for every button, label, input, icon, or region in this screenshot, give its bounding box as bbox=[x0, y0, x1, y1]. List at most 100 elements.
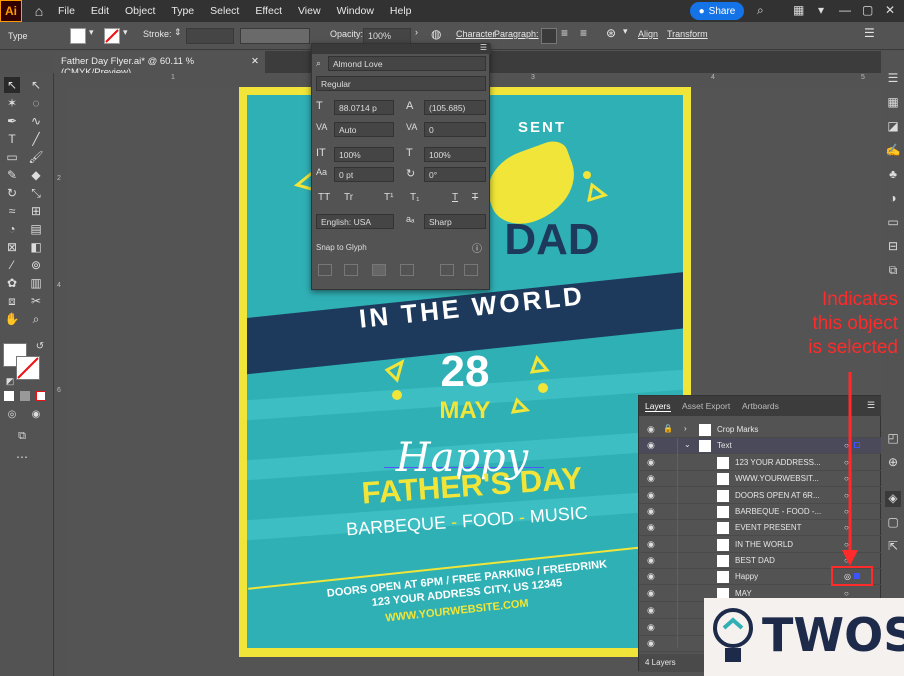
share-button[interactable]: ● Share bbox=[690, 2, 744, 20]
tab-artboards[interactable]: Artboards bbox=[742, 401, 779, 411]
visibility-icon[interactable]: ◉ bbox=[647, 457, 655, 468]
font-style-dropdown[interactable]: Regular bbox=[316, 76, 486, 91]
menu-window[interactable]: Window bbox=[329, 5, 382, 17]
font-size-field[interactable]: 88.0714 p bbox=[334, 100, 394, 115]
tab-layers[interactable]: Layers bbox=[645, 401, 671, 412]
cc-libraries-icon[interactable]: ◰ bbox=[885, 431, 901, 447]
align-center-icon[interactable]: ≡ bbox=[561, 26, 568, 40]
snap-xheight-icon[interactable] bbox=[344, 264, 358, 276]
gradient-mode-icon[interactable] bbox=[20, 391, 30, 401]
leading-field[interactable]: (105.685) bbox=[424, 100, 486, 115]
opacity-field[interactable]: 100% bbox=[363, 28, 411, 44]
color-guide-icon[interactable]: ◪ bbox=[885, 119, 901, 135]
shape-builder-icon[interactable]: ◔ bbox=[4, 221, 20, 237]
swatches-icon[interactable]: ▦ bbox=[885, 95, 901, 111]
character-rotation-field[interactable]: 0° bbox=[424, 167, 486, 182]
more-tools-icon[interactable]: ⋯ bbox=[14, 449, 30, 465]
pen-tool-icon[interactable]: ✒ bbox=[4, 113, 20, 129]
stroke-weight-field[interactable] bbox=[186, 28, 234, 44]
links-icon[interactable]: ⊕ bbox=[885, 455, 901, 471]
eyedropper-icon[interactable]: ⁄ bbox=[4, 257, 20, 273]
transform-link[interactable]: Transform bbox=[667, 29, 708, 39]
character-link[interactable]: Character bbox=[456, 29, 496, 39]
search-icon[interactable]: ⌕ bbox=[757, 3, 764, 18]
snap-angular-icon[interactable] bbox=[440, 264, 454, 276]
target-icon[interactable]: ○ bbox=[844, 589, 849, 598]
menu-select[interactable]: Select bbox=[202, 5, 247, 17]
artboard-tool-icon[interactable]: ⧈ bbox=[4, 293, 20, 309]
swap-colors-icon[interactable]: ↺ bbox=[32, 339, 48, 355]
appearance-icon[interactable]: ▭ bbox=[885, 215, 901, 231]
stroke-dropdown-icon[interactable]: ▾ bbox=[123, 27, 128, 38]
default-colors-icon[interactable]: ◩ bbox=[2, 373, 18, 389]
symbols-icon[interactable]: ♣ bbox=[885, 167, 901, 183]
panel-menu-icon[interactable]: ☰ bbox=[864, 26, 875, 40]
font-family-dropdown[interactable]: Almond Love bbox=[328, 56, 486, 71]
snap-proximity-icon[interactable] bbox=[400, 264, 414, 276]
visibility-icon[interactable]: ◉ bbox=[647, 571, 655, 582]
properties-icon[interactable]: ☰ bbox=[885, 71, 901, 87]
snap-anchor-icon[interactable] bbox=[464, 264, 478, 276]
warp-dropdown-icon[interactable]: ▾ bbox=[623, 26, 628, 37]
visibility-icon[interactable]: ◉ bbox=[647, 622, 655, 633]
rectangle-tool-icon[interactable]: ▭ bbox=[4, 149, 20, 165]
collapse-icon[interactable]: ⌄ bbox=[684, 440, 691, 449]
info-icon[interactable]: ⓘ bbox=[472, 240, 482, 255]
draw-mode-icon[interactable]: ◎ bbox=[4, 407, 20, 423]
visibility-icon[interactable]: ◉ bbox=[647, 473, 655, 484]
visibility-icon[interactable]: ◉ bbox=[647, 440, 655, 451]
arrange-icon[interactable]: ▾ bbox=[818, 3, 824, 17]
tab-asset-export[interactable]: Asset Export bbox=[682, 401, 730, 411]
hand-tool-icon[interactable]: ✋ bbox=[4, 311, 20, 327]
menu-type[interactable]: Type bbox=[163, 5, 202, 17]
maximize-icon[interactable]: ▢ bbox=[862, 3, 873, 17]
color-mode-icon[interactable] bbox=[4, 391, 14, 401]
visibility-icon[interactable]: ◉ bbox=[647, 506, 655, 517]
mesh-tool-icon[interactable]: ⊠ bbox=[4, 239, 20, 255]
stroke-color-icon[interactable] bbox=[16, 356, 40, 380]
snap-baseline-icon[interactable] bbox=[318, 264, 332, 276]
line-tool-icon[interactable]: ╱ bbox=[28, 131, 44, 147]
superscript-icon[interactable]: T¹ bbox=[384, 192, 393, 203]
subscript-icon[interactable]: T₁ bbox=[410, 192, 419, 203]
all-caps-icon[interactable]: TT bbox=[318, 192, 330, 203]
perspective-grid-icon[interactable]: ▤ bbox=[28, 221, 44, 237]
zoom-tool-icon[interactable]: ⌕ bbox=[28, 311, 44, 327]
graphic-styles-icon[interactable]: ◑ bbox=[885, 191, 901, 207]
none-mode-icon[interactable] bbox=[36, 391, 46, 401]
eraser-icon[interactable]: ◆ bbox=[28, 167, 44, 183]
panel-menu-icon[interactable]: ☰ bbox=[480, 43, 487, 52]
strikethrough-icon[interactable]: T bbox=[472, 192, 478, 203]
visibility-icon[interactable]: ◉ bbox=[647, 490, 655, 501]
small-caps-icon[interactable]: Tr bbox=[344, 192, 353, 203]
visibility-icon[interactable]: ◉ bbox=[647, 555, 655, 566]
fill-dropdown-icon[interactable]: ▾ bbox=[89, 27, 94, 38]
direct-selection-icon[interactable]: ↖ bbox=[28, 77, 44, 93]
paragraph-link[interactable]: Paragraph: bbox=[494, 29, 539, 39]
font-search-icon[interactable]: ⌕ bbox=[316, 58, 321, 69]
visibility-icon[interactable]: ◉ bbox=[647, 424, 655, 435]
close-icon[interactable]: ✕ bbox=[885, 3, 895, 17]
kerning-field[interactable]: Auto bbox=[334, 122, 394, 137]
workspace-icon[interactable]: ▦ bbox=[793, 3, 804, 17]
graph-tool-icon[interactable]: ▥ bbox=[28, 275, 44, 291]
type-tool-icon[interactable]: T bbox=[4, 131, 20, 147]
stroke-stepper-icon[interactable]: ⇕ bbox=[174, 27, 182, 38]
visibility-icon[interactable]: ◉ bbox=[647, 638, 655, 649]
lasso-icon[interactable]: ◌ bbox=[28, 95, 44, 111]
menu-help[interactable]: Help bbox=[382, 5, 420, 17]
visibility-icon[interactable]: ◉ bbox=[647, 539, 655, 550]
gradient-tool-icon[interactable]: ◧ bbox=[28, 239, 44, 255]
layers-panel-icon[interactable]: ◈ bbox=[885, 491, 901, 507]
warp-tool-icon[interactable]: ≈ bbox=[4, 203, 20, 219]
curvature-icon[interactable]: ∿ bbox=[28, 113, 44, 129]
brushes-icon[interactable]: ✍ bbox=[885, 143, 901, 159]
underline-icon[interactable]: T bbox=[452, 192, 458, 203]
anti-alias-dropdown[interactable]: Sharp bbox=[424, 214, 486, 229]
panel-header[interactable]: ☰ bbox=[312, 43, 491, 54]
align-panel-icon[interactable]: ⊟ bbox=[885, 239, 901, 255]
panel-menu-icon[interactable]: ☰ bbox=[867, 400, 875, 411]
menu-effect[interactable]: Effect bbox=[247, 5, 290, 17]
vertical-scale-field[interactable]: 100% bbox=[334, 147, 394, 162]
rotate-tool-icon[interactable]: ↻ bbox=[4, 185, 20, 201]
